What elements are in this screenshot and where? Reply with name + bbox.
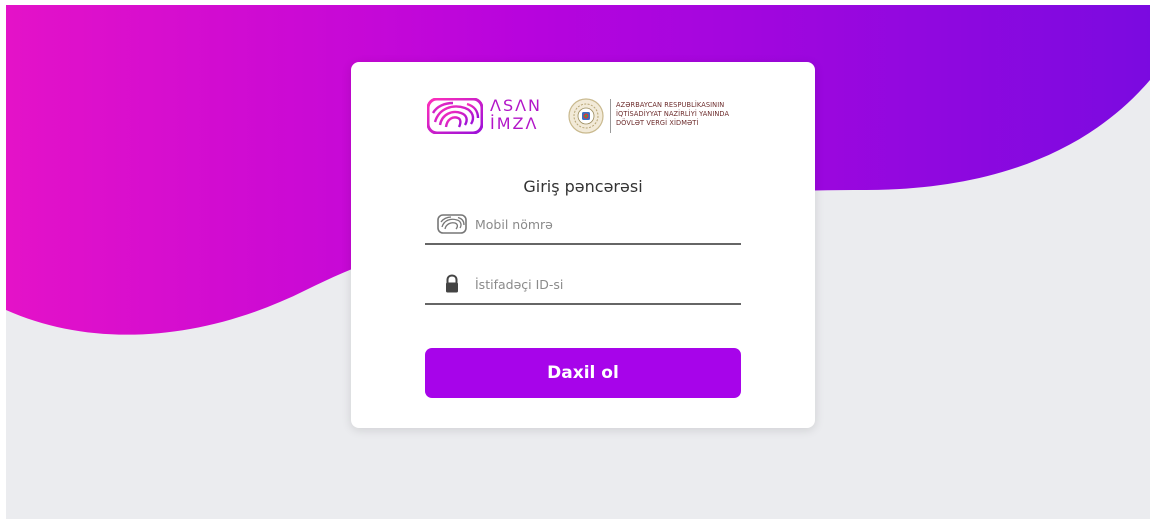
agency-name-line: DÖVLƏT VERGİ XİDMƏTİ bbox=[616, 119, 699, 127]
phone-input[interactable] bbox=[475, 209, 735, 239]
lock-icon bbox=[446, 274, 458, 293]
login-page: ΛSΛN İMZΛ AZƏRBAYCAN RESPUBLİKASININ İQT… bbox=[6, 5, 1150, 519]
asan-imza-logo-icon bbox=[427, 98, 483, 134]
asan-wordmark-line1: ΛSΛN bbox=[490, 96, 543, 115]
login-button[interactable]: Daxil ol bbox=[425, 348, 741, 398]
logo-divider bbox=[610, 99, 611, 133]
agency-name-line: İQTİSADİYYAT NAZİRLİYİ YANINDA bbox=[616, 110, 730, 118]
asan-imza-wordmark: ΛSΛN İMZΛ bbox=[490, 97, 546, 137]
login-card: ΛSΛN İMZΛ AZƏRBAYCAN RESPUBLİKASININ İQT… bbox=[351, 62, 815, 428]
user-id-field bbox=[425, 267, 741, 305]
asan-fingerprint-icon bbox=[437, 214, 467, 234]
agency-name: AZƏRBAYCAN RESPUBLİKASININ İQTİSADİYYAT … bbox=[616, 101, 776, 128]
state-emblem-icon bbox=[568, 98, 604, 134]
phone-field bbox=[425, 207, 741, 245]
user-id-input[interactable] bbox=[475, 269, 735, 299]
asan-wordmark-line2: İMZΛ bbox=[490, 114, 539, 133]
page-title: Giriş pəncərəsi bbox=[523, 177, 643, 196]
logo-row: ΛSΛN İMZΛ AZƏRBAYCAN RESPUBLİKASININ İQT… bbox=[427, 97, 767, 139]
agency-name-line: AZƏRBAYCAN RESPUBLİKASININ bbox=[616, 101, 725, 109]
